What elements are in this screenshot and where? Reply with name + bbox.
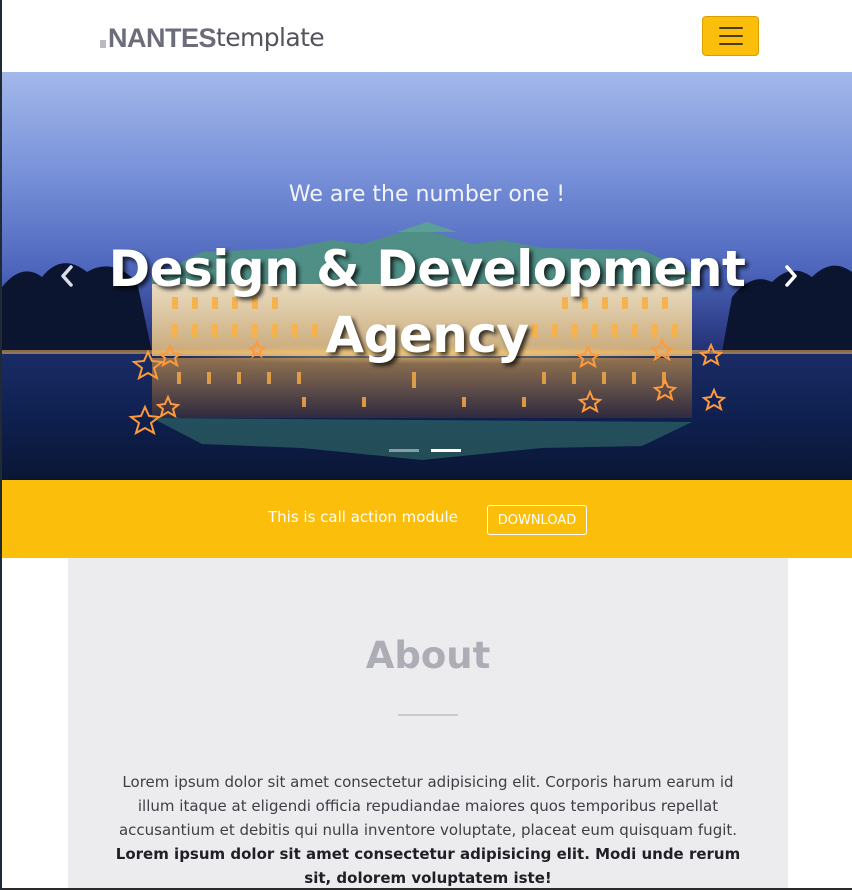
menu-toggle-button[interactable]: [702, 16, 759, 56]
carousel-next-button[interactable]: [776, 258, 806, 294]
cta-text: This is call action module: [268, 508, 458, 526]
hamburger-icon-bar: [718, 35, 743, 37]
carousel-indicators: [389, 449, 461, 452]
about-divider: [398, 714, 458, 716]
about-section: About Lorem ipsum dolor sit amet consect…: [68, 558, 788, 888]
about-paragraph-bold: Lorem ipsum dolor sit amet consectetur a…: [115, 845, 741, 887]
chevron-left-icon: [61, 265, 73, 287]
hero-title: Design & Development Agency: [108, 240, 746, 364]
about-paragraph: Lorem ipsum dolor sit amet consectetur a…: [108, 770, 748, 890]
chevron-right-icon: [785, 265, 797, 287]
site-header: NANTES template: [2, 0, 852, 72]
hamburger-icon: [718, 27, 743, 29]
hero-subtitle: We are the number one !: [288, 182, 566, 207]
carousel-indicator-1[interactable]: [389, 449, 419, 452]
site-logo[interactable]: NANTES template: [100, 22, 325, 54]
call-to-action-section: This is call action module DOWNLOAD: [2, 480, 852, 558]
carousel-prev-button[interactable]: [52, 258, 82, 294]
about-title: About: [365, 634, 491, 677]
download-button[interactable]: DOWNLOAD: [487, 505, 587, 535]
about-paragraph-text: Lorem ipsum dolor sit amet consectetur a…: [118, 773, 738, 839]
logo-mark: [100, 40, 106, 48]
carousel-indicator-2[interactable]: [431, 449, 461, 452]
hamburger-icon-bar: [718, 43, 743, 45]
logo-light-text: template: [216, 23, 325, 52]
logo-bold-text: NANTES: [108, 23, 217, 53]
hero-carousel: We are the number one ! Design & Develop…: [2, 72, 852, 480]
